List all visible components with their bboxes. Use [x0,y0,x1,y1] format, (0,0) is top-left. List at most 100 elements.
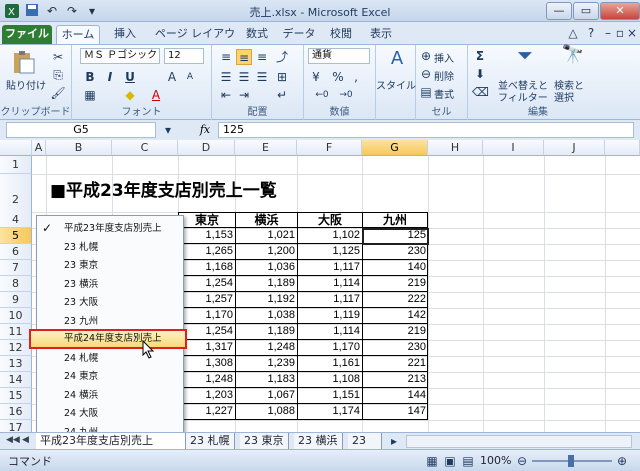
name-box[interactable]: G5 [6,122,156,138]
tab-formulas[interactable]: 数式 [242,25,272,44]
sheet-tab-4[interactable]: 23 大 [348,433,382,449]
minimize-button[interactable]: — [546,2,572,20]
normal-view-icon[interactable]: ▦ [424,453,440,469]
wrap-text-icon[interactable]: ↵ [274,87,290,103]
font-size-combo[interactable]: 12 [164,48,204,64]
sheet-menu-item[interactable]: 23 東京 [38,257,182,274]
page-break-view-icon[interactable]: ▤ [460,453,476,469]
tab-view[interactable]: 表示 [366,25,396,44]
italic-button[interactable]: I [102,69,118,85]
paste-button[interactable]: 貼り付け [6,77,46,92]
row-header-2[interactable]: 2 [0,174,32,214]
underline-button[interactable]: U [122,69,138,85]
align-middle-icon[interactable]: ≡ [236,49,252,65]
sheet-menu-item[interactable]: 24 札幌 [38,350,182,367]
zoom-level[interactable]: 100% [480,454,511,467]
zoom-out-icon[interactable]: ⊖ [514,453,530,469]
horizontal-scrollbar[interactable] [406,435,632,448]
percent-button[interactable]: % [330,69,346,85]
increase-decimal-icon[interactable]: ←0 [314,87,330,103]
row-header-11[interactable]: 11 [0,324,32,340]
styles-button[interactable]: スタイル [376,77,416,92]
sheet-menu-item[interactable]: 23 九州 [38,313,182,330]
borders-icon[interactable]: ▦ [82,87,98,103]
column-header-D[interactable]: D [178,140,235,156]
fill-color-icon[interactable]: ◆ [122,87,138,103]
row-header-14[interactable]: 14 [0,372,32,388]
maximize-button[interactable]: ▭ [573,2,599,20]
sheet-menu-item[interactable]: 24 横浜 [38,387,182,404]
insert-cells-icon[interactable]: ⊕ [418,48,434,64]
tab-file[interactable]: ファイル [2,25,52,44]
name-box-dropdown-icon[interactable]: ▾ [160,122,176,138]
grow-font-icon[interactable]: A [164,69,180,85]
row-header-4[interactable]: 4 [0,212,32,228]
format-cells-button[interactable]: 書式 [434,86,454,101]
select-all-corner[interactable] [0,140,32,156]
column-header-C[interactable]: C [112,140,178,156]
cut-icon[interactable]: ✂ [50,49,66,65]
tab-insert[interactable]: 挿入 [110,25,140,44]
decrease-decimal-icon[interactable]: →0 [338,87,354,103]
shrink-font-icon[interactable]: A [182,69,198,85]
styles-icon[interactable]: A [386,50,408,73]
sheet-tab-1[interactable]: 23 札幌 [186,433,235,449]
align-bottom-icon[interactable]: ≡ [254,49,270,65]
fill-icon[interactable]: ⬇ [472,66,488,82]
sheet-tab-0[interactable]: 平成23年度支店別売上 [36,433,186,449]
row-header-12[interactable]: 12 [0,340,32,356]
align-right-icon[interactable]: ☰ [254,69,270,85]
formula-input[interactable]: 125 [218,122,634,138]
number-format-combo[interactable]: 通貨 [308,48,370,64]
paste-icon[interactable] [10,49,36,75]
row-header-13[interactable]: 13 [0,356,32,372]
header-tokyo[interactable]: 東京 [178,212,235,228]
align-left-icon[interactable]: ☰ [218,69,234,85]
filter-button[interactable]: フィルター [498,89,548,104]
clear-icon[interactable]: ⌫ [472,84,489,100]
find-select-icon[interactable]: 🔭 [560,46,586,73]
column-header-I[interactable]: I [483,140,544,156]
first-sheet-icon[interactable]: ◀◀ [6,435,20,445]
row-header-17[interactable]: 17 [0,420,32,432]
header-yokohama[interactable]: 横浜 [235,212,297,228]
row-header-16[interactable]: 16 [0,404,32,420]
column-header-F[interactable]: F [297,140,362,156]
orientation-icon[interactable]: ⤴ [274,49,290,65]
align-top-icon[interactable]: ≡ [218,49,234,65]
sheet-menu-item[interactable]: 23 横浜 [38,276,182,293]
decrease-indent-icon[interactable]: ⇤ [218,87,234,103]
workbook-close-icon[interactable]: × [624,25,640,41]
format-cells-icon[interactable]: ▤ [418,84,434,100]
column-header-E[interactable]: E [235,140,297,156]
row-header-9[interactable]: 9 [0,292,32,308]
tab-data[interactable]: データ [282,25,316,44]
row-header-6[interactable]: 6 [0,244,32,260]
zoom-in-icon[interactable]: ⊕ [614,453,630,469]
bold-button[interactable]: B [82,69,98,85]
sheet-menu-item[interactable]: 24 東京 [38,368,182,385]
merge-center-icon[interactable]: ⊞ [274,69,290,85]
increase-indent-icon[interactable]: ⇥ [236,87,252,103]
tab-page-layout[interactable]: ページ レイアウト [150,25,240,58]
sheet-tab-3[interactable]: 23 横浜 [294,433,343,449]
tab-home[interactable]: ホーム [56,25,100,44]
header-osaka[interactable]: 大阪 [297,212,362,228]
currency-icon[interactable]: ¥ [308,69,324,85]
format-painter-icon[interactable]: 🖌 [50,85,66,101]
insert-function-button[interactable]: fx [195,122,215,138]
page-layout-view-icon[interactable]: ▣ [442,453,458,469]
select-button[interactable]: 選択 [554,89,574,104]
close-button[interactable]: ✕ [600,2,640,20]
column-header-A[interactable]: A [32,140,46,156]
minimize-ribbon-icon[interactable]: △ [565,25,581,41]
sheet-tab-2[interactable]: 23 東京 [240,433,289,449]
row-header-15[interactable]: 15 [0,388,32,404]
sheet-menu-item[interactable]: ✓ 平成23年度支店別売上 [38,220,182,237]
comma-button[interactable]: , [348,69,364,85]
sheet-menu-item[interactable]: 24 大阪 [38,405,182,422]
row-header-7[interactable]: 7 [0,260,32,276]
sheet-menu-item[interactable]: 23 大阪 [38,294,182,311]
more-sheets-icon[interactable]: ▸ [386,433,402,449]
row-header-8[interactable]: 8 [0,276,32,292]
